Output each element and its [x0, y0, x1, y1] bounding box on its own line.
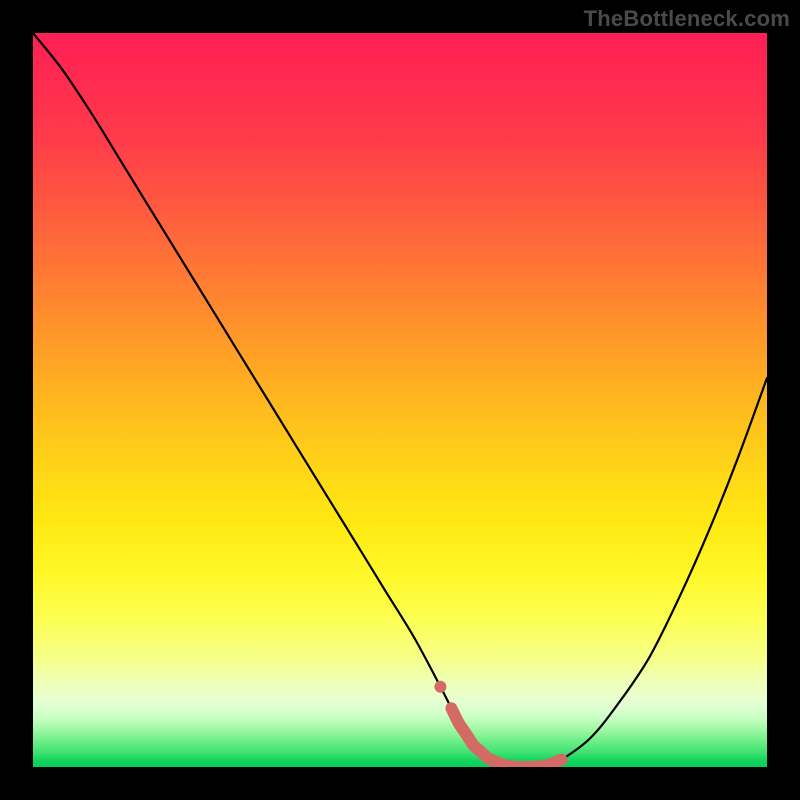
bottleneck-curve: [33, 33, 767, 767]
curve-svg: [33, 33, 767, 767]
optimal-zone-start-dot: [434, 681, 446, 693]
watermark-text: TheBottleneck.com: [584, 6, 790, 32]
plot-area: [33, 33, 767, 767]
optimal-zone-marker: [451, 708, 561, 767]
chart-stage: TheBottleneck.com: [0, 0, 800, 800]
